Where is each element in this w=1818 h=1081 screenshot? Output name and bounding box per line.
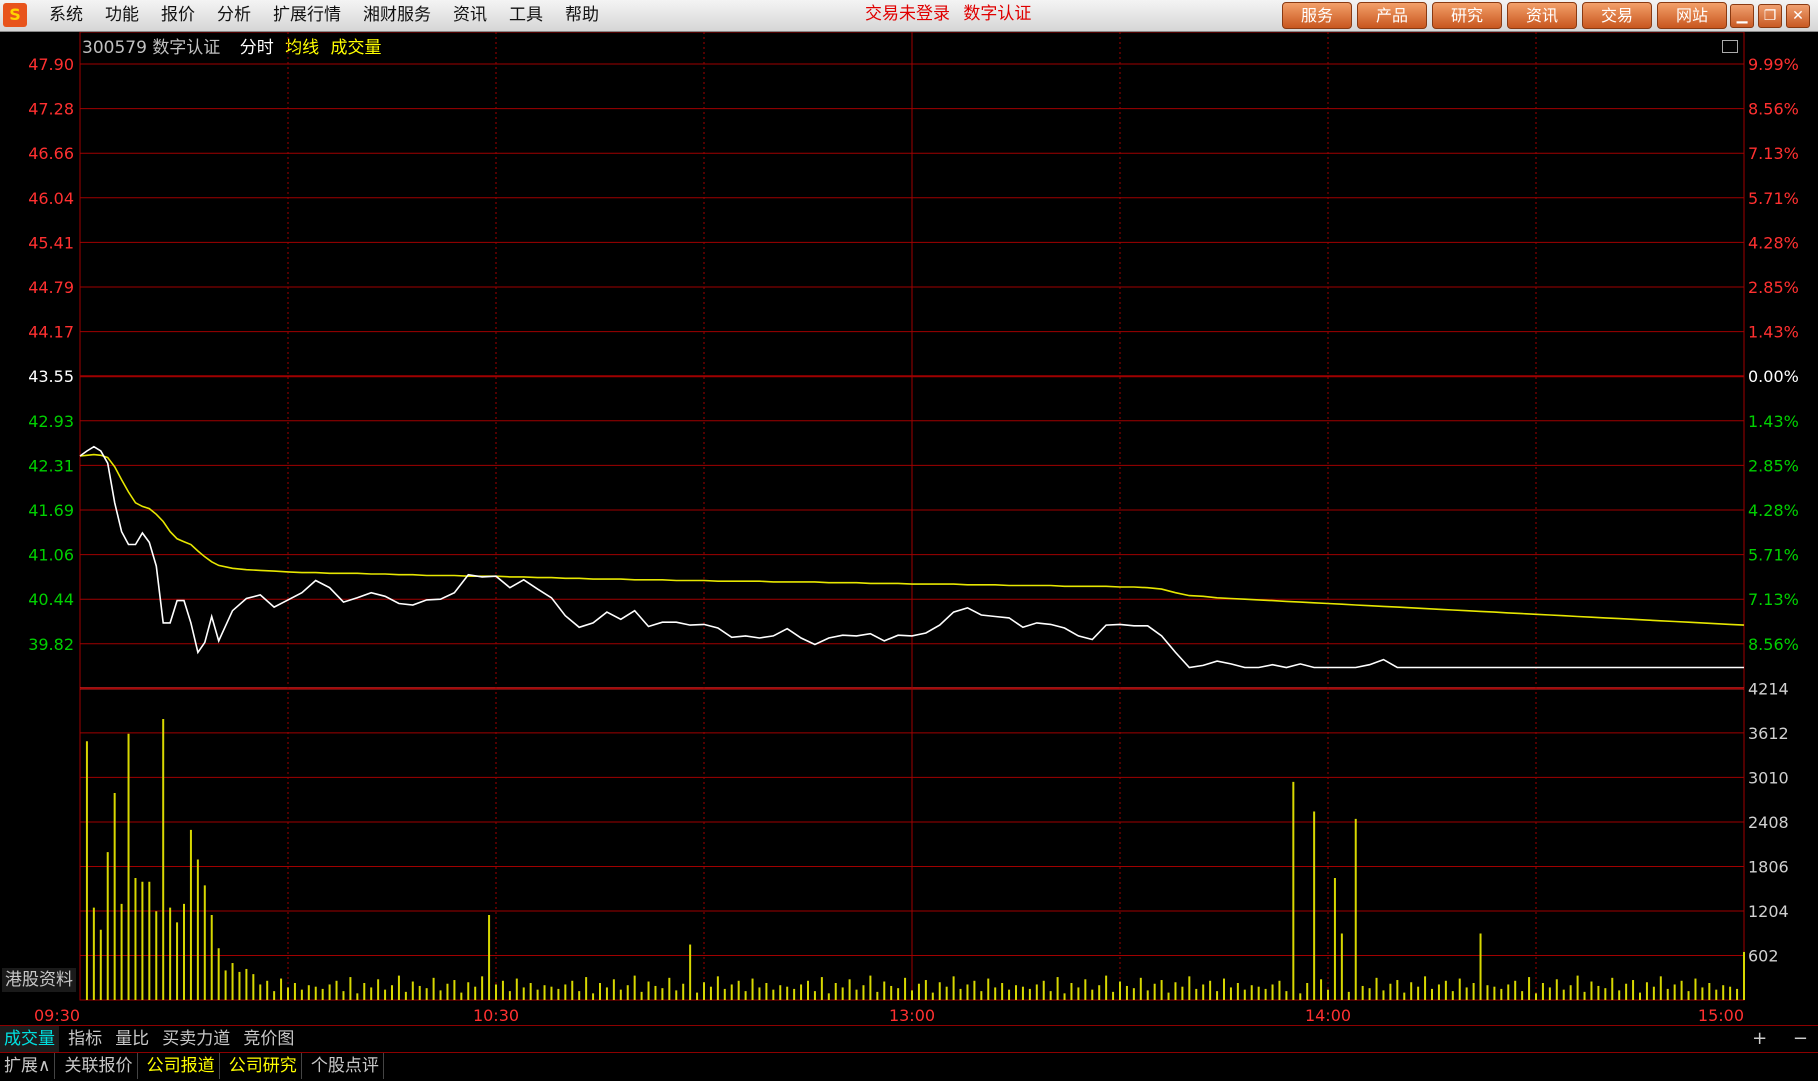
price-tick-label: 46.66 (28, 144, 74, 163)
volume-tick-label: 3612 (1748, 724, 1789, 743)
volume-tick-label: 2408 (1748, 813, 1789, 832)
time-label: 15:00 (1698, 1006, 1744, 1024)
price-tick-label: 46.04 (28, 189, 74, 208)
time-label: 09:30 (34, 1006, 80, 1024)
price-tick-label: 41.06 (28, 546, 74, 565)
volume-tick-label: 1204 (1748, 902, 1789, 921)
news-button[interactable]: 资讯 (1507, 2, 1577, 29)
menu-news[interactable]: 资讯 (442, 0, 498, 31)
pct-tick-label: 7.13% (1748, 144, 1799, 163)
pct-tick-label: 8.56% (1748, 635, 1799, 654)
minimize-icon[interactable]: ▁ (1730, 4, 1754, 28)
pct-tick-label: 9.99% (1748, 55, 1799, 74)
price-tick-label: 47.90 (28, 55, 74, 74)
tab-expand[interactable]: 扩展∧ (0, 1053, 56, 1079)
pct-tick-label: 7.13% (1748, 590, 1799, 609)
price-tick-label: 43.55 (28, 367, 74, 386)
pct-tick-label: 5.71% (1748, 546, 1799, 565)
menu-analysis[interactable]: 分析 (206, 0, 262, 31)
volume-tick-label: 4214 (1748, 679, 1789, 698)
pct-tick-label: 0.00% (1748, 367, 1799, 386)
trade-login-status[interactable]: 交易未登录 (865, 4, 950, 24)
zoom-out-icon[interactable]: − (1793, 1028, 1808, 1049)
hk-stock-info-label[interactable]: 港股资料 (2, 968, 76, 992)
cert-status[interactable]: 数字认证 (963, 4, 1031, 24)
zoom-controls: + − (1732, 1026, 1808, 1052)
pct-tick-label: 2.85% (1748, 456, 1799, 475)
price-tick-label: 44.17 (28, 323, 74, 342)
menu-bar: S 系统 功能 报价 分析 扩展行情 湘财服务 资讯 工具 帮助 交易未登录 数… (0, 0, 1818, 32)
indicator-tabs: 成交量 指标 量比 买卖力道 竞价图 + − (0, 1025, 1818, 1052)
menu-quote[interactable]: 报价 (150, 0, 206, 31)
tab-company-research[interactable]: 公司研究 (225, 1053, 302, 1079)
tab-volume-ratio[interactable]: 量比 (111, 1026, 153, 1052)
menu-tools[interactable]: 工具 (498, 0, 554, 31)
pct-tick-label: 1.43% (1748, 412, 1799, 431)
time-label: 14:00 (1305, 1006, 1351, 1024)
pct-tick-label: 8.56% (1748, 100, 1799, 119)
intraday-chart: 47.90 9.99% 47.28 8.56% 46.66 7.13% 46.04 5.71%… (0, 32, 1818, 1024)
price-tick-label: 39.82 (28, 635, 74, 654)
restore-icon[interactable]: ❐ (1758, 4, 1782, 28)
tab-indicator[interactable]: 指标 (64, 1026, 106, 1052)
chart-svg: 47.90 9.99% 47.28 8.56% 46.66 7.13% 46.04 5.71%… (28, 32, 1799, 1024)
service-button[interactable]: 服务 (1282, 2, 1352, 29)
pct-tick-label: 5.71% (1748, 189, 1799, 208)
footer-tabs: 扩展∧ 关联报价 公司报道 公司研究 个股点评 (0, 1052, 1818, 1081)
price-tick-label: 42.93 (28, 412, 74, 431)
pct-tick-label: 1.43% (1748, 323, 1799, 342)
menu-extended-market[interactable]: 扩展行情 (262, 0, 352, 31)
price-tick-label: 41.69 (28, 501, 74, 520)
product-button[interactable]: 产品 (1357, 2, 1427, 29)
tab-stock-comments[interactable]: 个股点评 (307, 1053, 384, 1079)
volume-tick-label: 1806 (1748, 857, 1789, 876)
pct-tick-label: 4.28% (1748, 501, 1799, 520)
tab-auction-chart[interactable]: 竞价图 (239, 1026, 298, 1052)
window-controls: ▁ ❐ ✕ (1730, 4, 1814, 28)
top-button-group: 服务 产品 研究 资讯 交易 网站 (1282, 2, 1732, 29)
close-icon[interactable]: ✕ (1786, 4, 1810, 28)
tab-company-reports[interactable]: 公司报道 (143, 1053, 220, 1079)
website-button[interactable]: 网站 (1657, 2, 1727, 29)
main-menu: 系统 功能 报价 分析 扩展行情 湘财服务 资讯 工具 帮助 (38, 0, 610, 31)
price-tick-label: 40.44 (28, 590, 74, 609)
trade-button[interactable]: 交易 (1582, 2, 1652, 29)
zoom-in-icon[interactable]: + (1752, 1028, 1767, 1049)
tab-related-quotes[interactable]: 关联报价 (61, 1053, 138, 1079)
menu-xiangcai-service[interactable]: 湘财服务 (352, 0, 442, 31)
price-tick-label: 45.41 (28, 233, 74, 252)
price-tick-label: 42.31 (28, 456, 74, 475)
volume-tick-label: 3010 (1748, 768, 1789, 787)
time-label: 10:30 (473, 1006, 519, 1024)
price-tick-label: 47.28 (28, 100, 74, 119)
app-logo-icon[interactable]: S (3, 3, 27, 27)
time-label: 13:00 (889, 1006, 935, 1024)
volume-tick-label: 602 (1748, 946, 1779, 965)
menu-function[interactable]: 功能 (94, 0, 150, 31)
research-button[interactable]: 研究 (1432, 2, 1502, 29)
tab-buy-sell-power[interactable]: 买卖力道 (158, 1026, 234, 1052)
menu-system[interactable]: 系统 (38, 0, 94, 31)
menu-help[interactable]: 帮助 (554, 0, 610, 31)
pct-tick-label: 2.85% (1748, 278, 1799, 297)
login-status: 交易未登录 数字认证 (865, 0, 1039, 29)
price-tick-label: 44.79 (28, 278, 74, 297)
pct-tick-label: 4.28% (1748, 233, 1799, 252)
tab-volume[interactable]: 成交量 (0, 1026, 59, 1052)
